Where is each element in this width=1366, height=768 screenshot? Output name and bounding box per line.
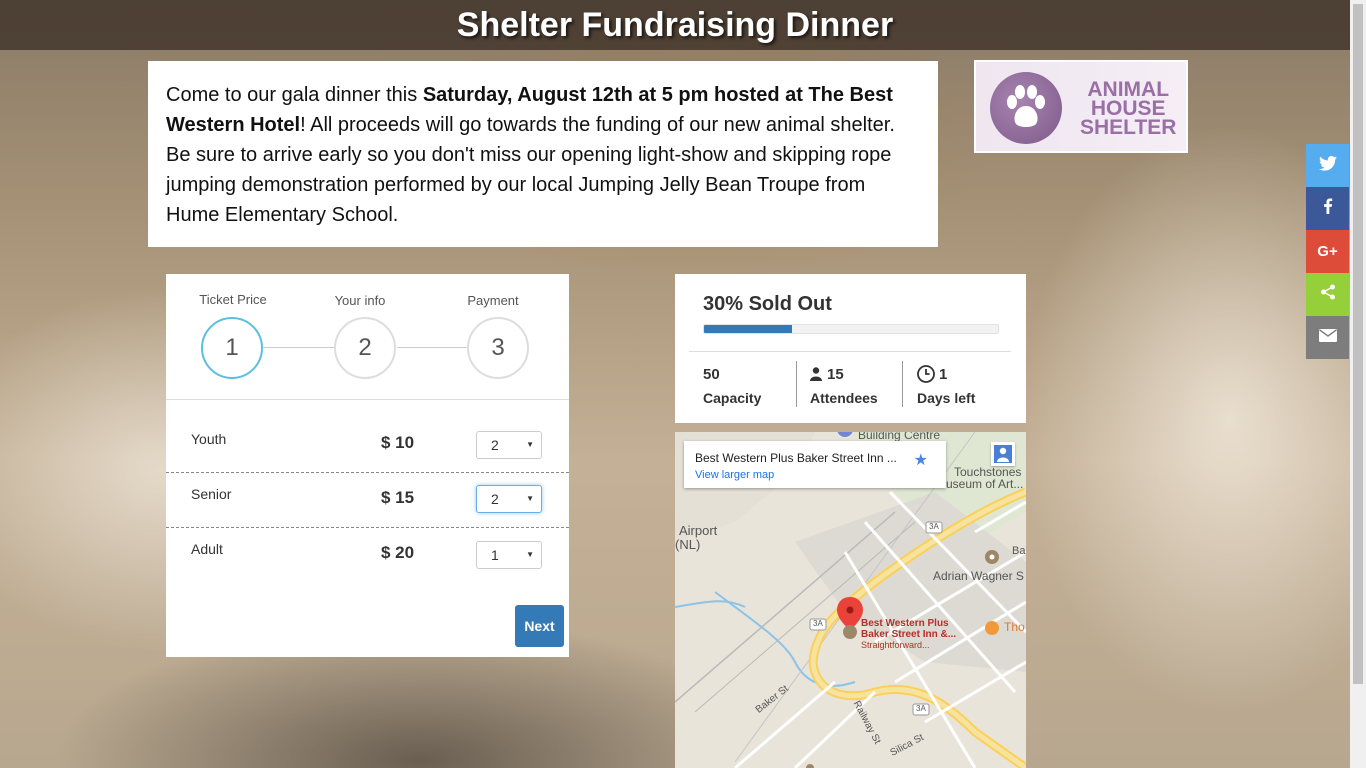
ticket-row-youth: Youth $ 10 2 ▼ [166, 400, 569, 473]
twitter-icon [1318, 155, 1337, 176]
view-larger-map-link[interactable]: View larger map [695, 469, 774, 481]
days-left-stat: 1 Days left [917, 364, 975, 406]
youth-quantity-select[interactable]: 2 ▼ [476, 431, 542, 459]
logo-wordmark: ANIMAL HOUSE SHELTER [1080, 78, 1177, 139]
ticket-row-senior: Senior $ 15 2 ▼ [166, 473, 569, 528]
next-button[interactable]: Next [515, 605, 564, 647]
stats-divider [689, 351, 1011, 352]
share-button[interactable] [1306, 273, 1349, 316]
attendees-label: Attendees [810, 390, 878, 406]
ticket-stats-panel: 30% Sold Out 50 Capacity 15 Attendees 1 … [675, 274, 1026, 423]
user-icon [810, 367, 822, 381]
highway-shield: 3A [813, 619, 823, 628]
chevron-down-icon: ▼ [526, 440, 534, 449]
clock-icon [917, 365, 935, 383]
email-icon [1318, 328, 1337, 347]
email-share-button[interactable] [1306, 316, 1349, 359]
map-label: Airport [679, 523, 718, 538]
street-view-pegman-icon[interactable] [991, 442, 1015, 466]
attendees-value: 15 [827, 365, 844, 383]
map-label: Adrian Wagner S [933, 569, 1024, 583]
map-label: Best Western Plus [861, 618, 949, 629]
ticket-wizard: Ticket Price Your info Payment 1 2 3 You… [166, 274, 569, 657]
save-star-icon[interactable]: ★ [914, 450, 928, 470]
step-label-your-info: Your info [334, 293, 386, 308]
page-header: Shelter Fundraising Dinner [0, 0, 1350, 50]
step-label-payment: Payment [467, 293, 519, 308]
capacity-value: 50 [703, 365, 720, 383]
ticket-name: Adult [191, 541, 223, 557]
map-label: useum of Art... [946, 477, 1024, 491]
place-name: Best Western Plus Baker Street Inn ... [695, 451, 897, 465]
map-place-card: Best Western Plus Baker Street Inn ... V… [684, 441, 946, 488]
ticket-price: $ 15 [381, 488, 415, 507]
chevron-down-icon: ▼ [526, 494, 534, 503]
event-description: Come to our gala dinner this Saturday, A… [148, 61, 938, 247]
step-1-circle[interactable]: 1 [201, 317, 263, 379]
step-connector [397, 347, 469, 348]
map-label: Baker Street Inn &... [861, 629, 957, 640]
paw-icon [990, 72, 1062, 144]
map-label: (NL) [675, 537, 701, 552]
capacity-label: Capacity [703, 390, 762, 406]
map-label: Ba [1012, 545, 1026, 557]
wizard-steps: Ticket Price Your info Payment 1 2 3 [166, 274, 569, 400]
location-map[interactable]: Building Centre Touchstones useum of Art… [675, 432, 1026, 768]
sold-progress-bar [703, 324, 999, 334]
ticket-price: $ 10 [381, 433, 415, 452]
ticket-name: Senior [191, 486, 232, 502]
days-left-value: 1 [939, 365, 948, 383]
ticket-row-adult: Adult $ 20 1 ▼ [166, 528, 569, 582]
facebook-share-button[interactable] [1306, 187, 1349, 230]
chevron-down-icon: ▼ [526, 550, 534, 559]
sold-out-heading: 30% Sold Out [703, 293, 832, 315]
highway-shield: 3A [929, 522, 939, 531]
senior-quantity-select[interactable]: 2 ▼ [476, 485, 542, 513]
twitter-share-button[interactable] [1306, 144, 1349, 187]
google-plus-share-button[interactable]: G+ [1306, 230, 1349, 273]
facebook-icon [1323, 198, 1333, 219]
share-icon [1320, 284, 1336, 305]
attendees-stat: 15 Attendees [810, 364, 878, 406]
step-connector [263, 347, 334, 348]
map-label: Tho [1004, 620, 1025, 634]
sold-progress-fill [704, 325, 793, 333]
animal-house-shelter-logo: ANIMAL HOUSE SHELTER [974, 60, 1188, 153]
capacity-stat: 50 Capacity [703, 364, 762, 407]
stat-separator [902, 361, 903, 407]
google-plus-icon: G+ [1317, 243, 1338, 260]
step-3-circle[interactable]: 3 [467, 317, 529, 379]
map-label: Straightforward... [861, 640, 930, 650]
page-scrollbar[interactable] [1350, 0, 1366, 768]
days-left-label: Days left [917, 390, 976, 406]
page-title: Shelter Fundraising Dinner [456, 5, 894, 44]
step-label-ticket-price: Ticket Price [199, 292, 267, 307]
ticket-price: $ 20 [381, 543, 415, 562]
ticket-name: Youth [191, 431, 227, 447]
adult-quantity-select[interactable]: 1 ▼ [476, 541, 542, 569]
intro-text-start: Come to our gala dinner this [166, 84, 423, 106]
highway-shield: 3A [916, 704, 926, 713]
scrollbar-thumb[interactable] [1353, 4, 1363, 684]
stat-separator [796, 361, 797, 407]
step-2-circle[interactable]: 2 [334, 317, 396, 379]
